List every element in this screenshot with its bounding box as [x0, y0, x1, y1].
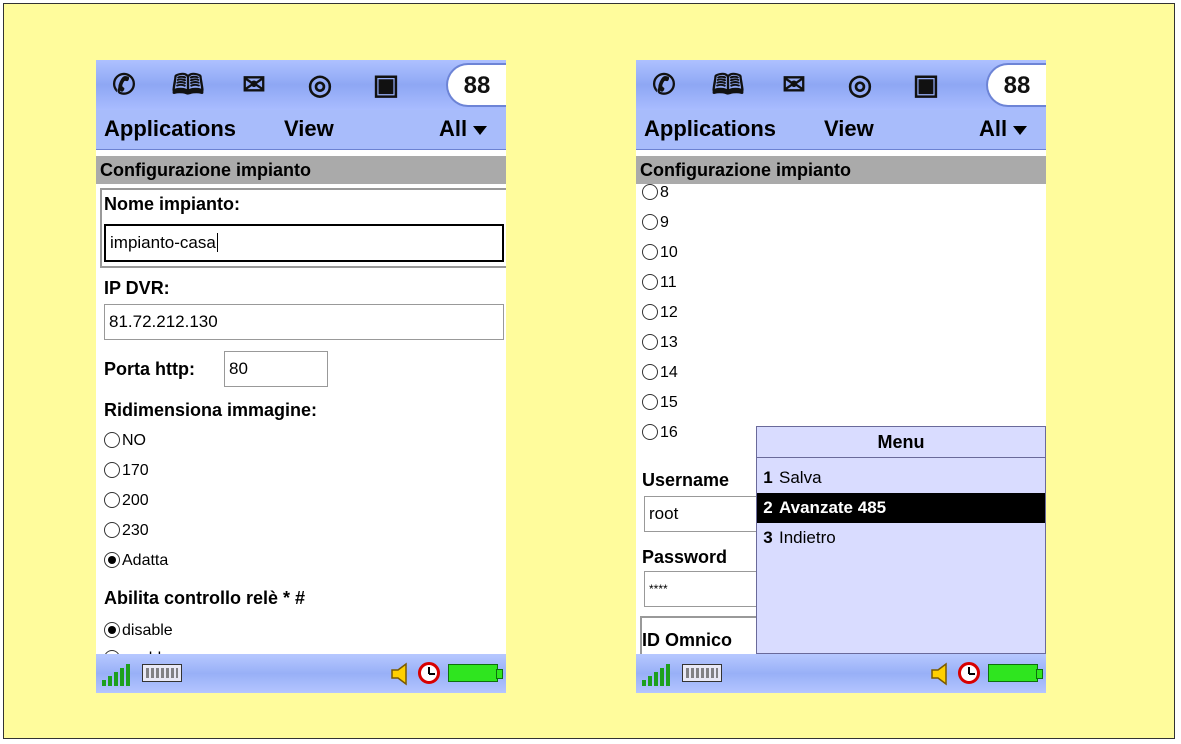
radio-option-selected[interactable]: Adatta — [104, 548, 168, 574]
filter-dropdown[interactable]: All — [979, 116, 1028, 142]
radio-option-selected[interactable]: disable — [104, 618, 173, 644]
password-label: Password — [642, 547, 728, 567]
radio-button-icon — [642, 303, 658, 320]
radio-option[interactable]: 16 — [642, 420, 678, 446]
battery-icon — [448, 664, 503, 682]
radio-option[interactable]: 10 — [642, 240, 678, 266]
radio-button-icon — [642, 184, 658, 200]
radio-button-icon — [104, 491, 120, 508]
mail-icon[interactable]: ✉ — [236, 68, 272, 102]
menubar: Applications View All — [636, 110, 1046, 150]
section-header: Configurazione impianto — [96, 156, 506, 184]
menu-item-salva[interactable]: 1 Salva — [757, 463, 1045, 493]
mail-icon[interactable]: ✉ — [776, 68, 812, 102]
radio-option[interactable]: 9 — [642, 210, 669, 236]
status-bar — [636, 654, 1046, 693]
speaker-icon[interactable] — [388, 661, 412, 687]
ip-dvr-label: IP DVR: — [104, 278, 170, 298]
applications-menu[interactable]: Applications — [644, 116, 776, 142]
view-menu[interactable]: View — [824, 116, 874, 142]
radio-option[interactable]: 12 — [642, 300, 678, 326]
radio-option[interactable]: 8 — [642, 184, 669, 206]
radio-option[interactable]: 170 — [104, 458, 149, 484]
applications-icon[interactable]: 88 — [986, 63, 1046, 107]
speaker-icon[interactable] — [928, 661, 952, 687]
contacts-book-icon[interactable]: 🕮 — [710, 68, 746, 102]
radio-option[interactable]: 200 — [104, 488, 149, 514]
radio-option[interactable]: 14 — [642, 360, 678, 386]
applications-menu[interactable]: Applications — [104, 116, 236, 142]
signal-strength-icon — [642, 664, 672, 686]
id-omnico-label: ID Omnico — [642, 630, 733, 650]
clock-icon[interactable] — [418, 662, 440, 684]
app-toolbar: ✆ 🕮 ✉ ◎ ▣ 88 — [636, 60, 1046, 110]
menu-item-avanzate-485[interactable]: 2 Avanzate 485 — [757, 493, 1045, 523]
section-header: Configurazione impianto — [636, 156, 1046, 184]
phone-icon[interactable]: ✆ — [646, 68, 682, 102]
calendar-icon[interactable]: ▣ — [368, 68, 404, 102]
radio-button-icon — [642, 423, 658, 440]
battery-icon — [988, 664, 1043, 682]
menu-title: Menu — [757, 427, 1045, 458]
radio-button-icon — [104, 431, 120, 448]
porta-http-label: Porta http: — [104, 359, 195, 379]
radio-button-icon — [642, 363, 658, 380]
radio-button-selected-icon — [104, 621, 120, 638]
radio-option[interactable]: NO — [104, 428, 146, 454]
phone-screen-right: ✆ 🕮 ✉ ◎ ▣ 88 Applications View All Confi… — [636, 60, 1046, 693]
calendar-icon[interactable]: ▣ — [908, 68, 944, 102]
status-bar — [96, 654, 506, 693]
radio-button-icon — [104, 461, 120, 478]
phone-icon[interactable]: ✆ — [106, 68, 142, 102]
radio-option[interactable]: 230 — [104, 518, 149, 544]
radio-button-icon — [642, 393, 658, 410]
menu-item-indietro[interactable]: 3 Indietro — [757, 523, 1045, 553]
app-toolbar: ✆ 🕮 ✉ ◎ ▣ 88 — [96, 60, 506, 110]
radio-option[interactable]: 13 — [642, 330, 678, 356]
porta-http-input[interactable]: 80 — [224, 351, 328, 387]
radio-option[interactable]: enable — [104, 646, 170, 654]
form-content: Nome impianto: impianto-casa IP DVR: 81.… — [96, 184, 506, 654]
radio-button-icon — [642, 213, 658, 230]
options-menu-popup: Menu 1 Salva 2 Avanzate 485 3 Indietro — [756, 426, 1046, 654]
menubar: Applications View All — [96, 110, 506, 150]
contacts-book-icon[interactable]: 🕮 — [170, 68, 206, 102]
abilita-rele-label: Abilita controllo relè * # — [104, 588, 306, 608]
web-globe-icon[interactable]: ◎ — [842, 68, 878, 102]
signal-strength-icon — [102, 664, 132, 686]
radio-option[interactable]: 11 — [642, 270, 677, 296]
username-label: Username — [642, 470, 730, 490]
phone-screen-left: ✆ 🕮 ✉ ◎ ▣ 88 Applications View All Confi… — [96, 60, 506, 693]
chevron-down-icon — [473, 125, 488, 135]
ip-dvr-input[interactable]: 81.72.212.130 — [104, 304, 504, 340]
filter-dropdown[interactable]: All — [439, 116, 488, 142]
keyboard-icon[interactable] — [142, 664, 182, 682]
ridimensiona-label: Ridimensiona immagine: — [104, 400, 318, 420]
radio-button-selected-icon — [104, 551, 120, 568]
chevron-down-icon — [1013, 125, 1028, 135]
radio-button-icon — [642, 333, 658, 350]
view-menu[interactable]: View — [284, 116, 334, 142]
radio-option[interactable]: 15 — [642, 390, 678, 416]
nome-impianto-input[interactable]: impianto-casa — [104, 224, 504, 262]
radio-button-icon — [104, 521, 120, 538]
keyboard-icon[interactable] — [682, 664, 722, 682]
web-globe-icon[interactable]: ◎ — [302, 68, 338, 102]
clock-icon[interactable] — [958, 662, 980, 684]
radio-button-icon — [642, 273, 658, 290]
nome-impianto-label: Nome impianto: — [104, 194, 241, 214]
applications-icon[interactable]: 88 — [446, 63, 506, 107]
radio-button-icon — [642, 243, 658, 260]
